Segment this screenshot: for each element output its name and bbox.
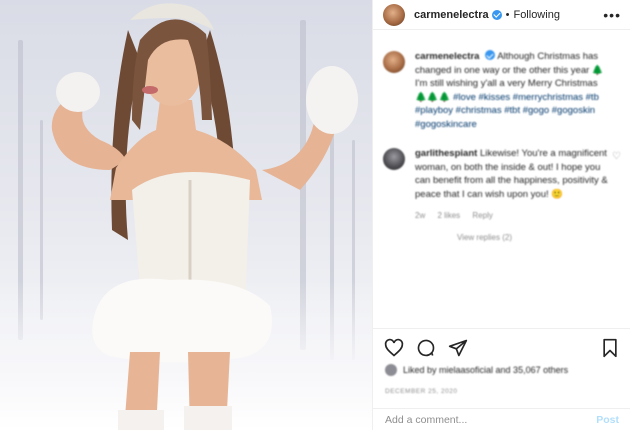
likes-text: Liked by mielaasoficial and 35,067 other… xyxy=(403,365,569,375)
post-header: carmenelectra • Following ••• xyxy=(373,0,630,30)
comment-username[interactable]: garlithespiant xyxy=(415,148,477,159)
post-button[interactable]: Post xyxy=(596,414,619,426)
caption-comment: carmenelectra Although Christmas has cha… xyxy=(373,50,630,131)
comments-list[interactable]: carmenelectra Although Christmas has cha… xyxy=(373,50,630,326)
reply-button[interactable]: Reply xyxy=(472,211,492,220)
avatar[interactable] xyxy=(383,148,405,170)
caption-username[interactable]: carmenelectra xyxy=(415,51,479,62)
post-username[interactable]: carmenelectra xyxy=(414,9,489,21)
verified-badge-icon xyxy=(491,9,502,20)
comment-icon[interactable] xyxy=(415,337,437,359)
post-details-panel: carmenelectra • Following ••• carmenelec… xyxy=(372,0,630,430)
view-replies-link[interactable]: View replies (2) xyxy=(457,233,630,242)
likes-summary[interactable]: Liked by mielaasoficial and 35,067 other… xyxy=(385,364,568,376)
post-photo[interactable] xyxy=(0,0,372,430)
post-date: DECEMBER 25, 2020 xyxy=(385,388,458,395)
avatar[interactable] xyxy=(383,51,405,73)
woman-figure xyxy=(51,3,358,430)
avatar xyxy=(385,364,397,376)
comment-meta: 2w 2 likes Reply xyxy=(415,209,608,223)
comment-likes[interactable]: 2 likes xyxy=(437,211,460,220)
avatar[interactable] xyxy=(383,3,405,26)
add-comment-bar: Post xyxy=(373,408,630,430)
bookmark-icon[interactable] xyxy=(599,337,621,359)
following-button[interactable]: Following xyxy=(513,9,559,21)
action-bar xyxy=(373,328,630,366)
comment-like-icon[interactable]: ♡ xyxy=(612,151,621,223)
comment-input[interactable] xyxy=(385,413,575,426)
verified-badge-icon xyxy=(485,50,496,60)
share-icon[interactable] xyxy=(447,337,469,359)
heart-icon[interactable] xyxy=(383,337,405,359)
comment-age: 2w xyxy=(415,211,426,220)
separator-dot: • xyxy=(505,8,510,21)
more-options-icon[interactable]: ••• xyxy=(603,7,621,23)
list-item: garlithespiant Likewise! You're a magnif… xyxy=(373,147,630,223)
